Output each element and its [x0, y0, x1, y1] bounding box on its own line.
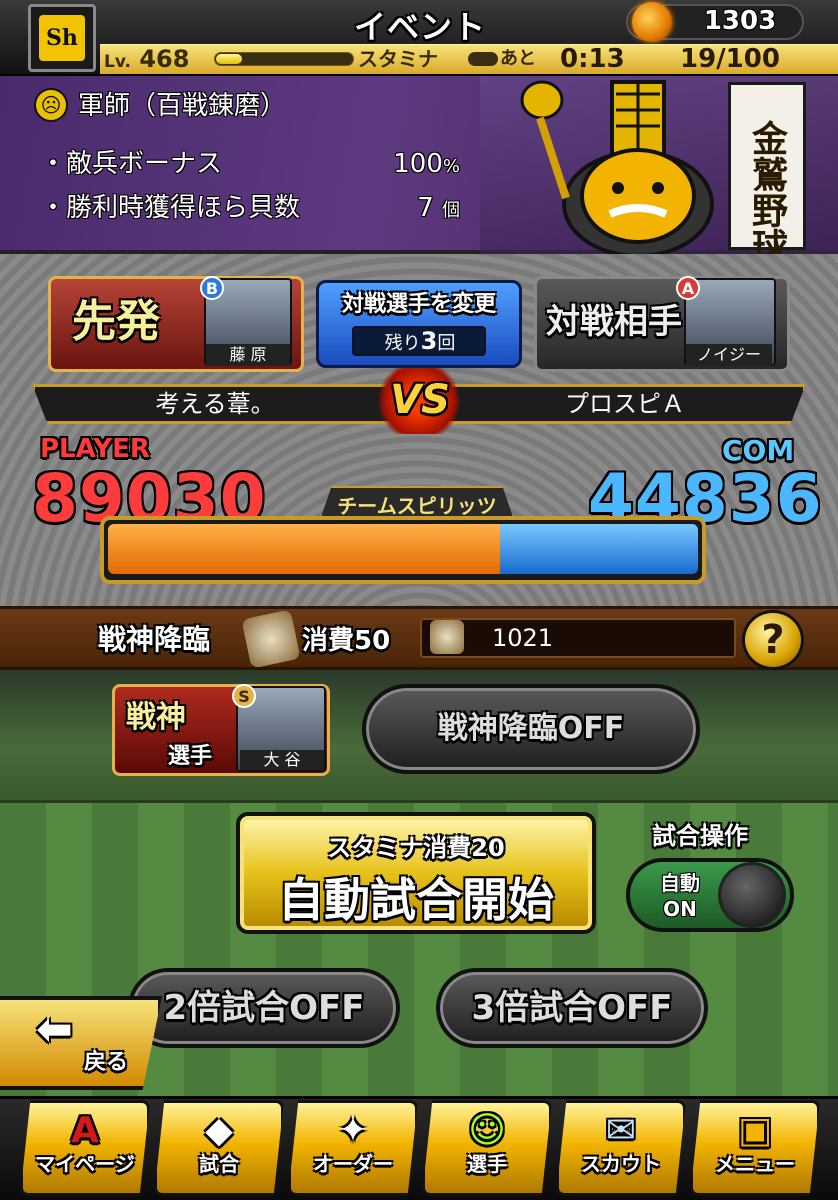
nav-mypage-label: マイページ	[35, 1152, 135, 1176]
advisor-name: 軍師（百戦錬磨）	[78, 91, 287, 121]
opponent-player-name: ノイジー	[686, 344, 772, 366]
timer-gauge	[468, 52, 498, 66]
general-mascot-icon	[520, 80, 714, 254]
conch-count-value: 7 個	[370, 190, 460, 226]
conch-count-unit: 個	[442, 200, 460, 221]
conch-count-number: 7	[417, 193, 434, 223]
owned-item-count: 1021	[492, 624, 554, 652]
war-god-player-label: 戦神	[126, 700, 186, 735]
owned-item-icon	[430, 620, 464, 654]
starter-rank-badge: B	[200, 276, 224, 300]
coin-icon	[632, 2, 672, 42]
auto-operation-label: 自動 ON	[644, 870, 716, 922]
player-team-name: 考える葦。	[155, 390, 275, 418]
war-god-title: 戦神降臨	[98, 623, 211, 656]
owned-items-box	[420, 618, 736, 658]
auto-match-label: 自動試合開始	[278, 873, 554, 927]
remaining-changes: 残り3回	[356, 327, 484, 358]
team-spirit-label: チームスピリッツ	[337, 494, 497, 518]
team-spirit-com-fill	[500, 524, 698, 574]
remaining-suffix: 回	[437, 333, 456, 354]
starter-label: 先発	[72, 296, 160, 347]
war-god-player-sub: 選手	[168, 744, 213, 769]
timer-value: 0:13	[560, 44, 625, 74]
com-team-name: プロスピＡ	[565, 390, 685, 418]
enemy-bonus-unit: %	[442, 156, 460, 177]
back-arrow-icon: ⬅	[36, 1004, 73, 1055]
match-operation-title: 試合操作	[652, 822, 748, 850]
screen-title: イベント	[353, 8, 486, 46]
remaining-prefix: 残り	[384, 333, 421, 354]
team-spirit-player-fill	[108, 524, 500, 574]
war-god-cost: 消費50	[302, 626, 391, 656]
stamina-label: スタミナ	[358, 47, 438, 71]
conch-count-label: ・勝利時獲得ほら貝数	[40, 193, 301, 223]
war-god-player-name: 大 谷	[240, 750, 324, 770]
nav-match-label: 試合	[199, 1152, 239, 1176]
nav-menu-label: メニュー	[715, 1152, 795, 1176]
toggle-knob[interactable]	[718, 862, 786, 928]
double-speed-label: 2倍試合OFF	[163, 988, 365, 1028]
remaining-count: 3	[420, 327, 438, 355]
auto-match-cost: スタミナ消費20	[327, 834, 505, 862]
stamina-value: 19/100	[680, 44, 780, 74]
opponent-rank-badge: A	[676, 276, 700, 300]
team-banner-text: 金鷲野球	[746, 120, 788, 264]
vs-label: VS	[390, 377, 450, 423]
war-god-toggle-label: 戦神降臨OFF	[437, 711, 625, 746]
war-god-rank-badge: S	[232, 684, 256, 708]
enemy-bonus-number: 100	[393, 149, 443, 179]
nav-scout-label: スカウト	[581, 1152, 661, 1176]
auto-operation-mode: 自動	[660, 871, 700, 895]
enemy-bonus-label: ・敵兵ボーナス	[40, 149, 223, 179]
enemy-bonus-value: 100%	[370, 146, 460, 182]
change-opponent-label: 対戦選手を変更	[341, 292, 496, 317]
help-button[interactable]: ?	[742, 610, 804, 670]
back-label: 戻る	[84, 1050, 129, 1075]
advisor-face-icon: ☹	[34, 88, 68, 122]
level-value: 468	[139, 45, 190, 73]
coin-value: 1303	[703, 6, 777, 36]
bat-ball-icon	[241, 609, 301, 669]
triple-speed-label: 3倍試合OFF	[471, 988, 673, 1028]
timer-label: あと	[500, 48, 536, 69]
level-prefix: Lv.	[104, 52, 131, 72]
level-label: Lv. 468	[104, 44, 189, 74]
stamina-gauge-fill	[216, 54, 242, 64]
starter-player-name: 藤 原	[206, 344, 290, 366]
team-logo-text: Sh	[39, 15, 85, 61]
team-logo-icon: Sh	[28, 4, 96, 72]
nav-players-label: 選手	[467, 1152, 507, 1176]
back-button[interactable]	[0, 996, 162, 1090]
opponent-label: 対戦相手	[546, 302, 682, 342]
auto-operation-state: ON	[663, 897, 697, 921]
nav-order-label: オーダー	[313, 1152, 393, 1176]
